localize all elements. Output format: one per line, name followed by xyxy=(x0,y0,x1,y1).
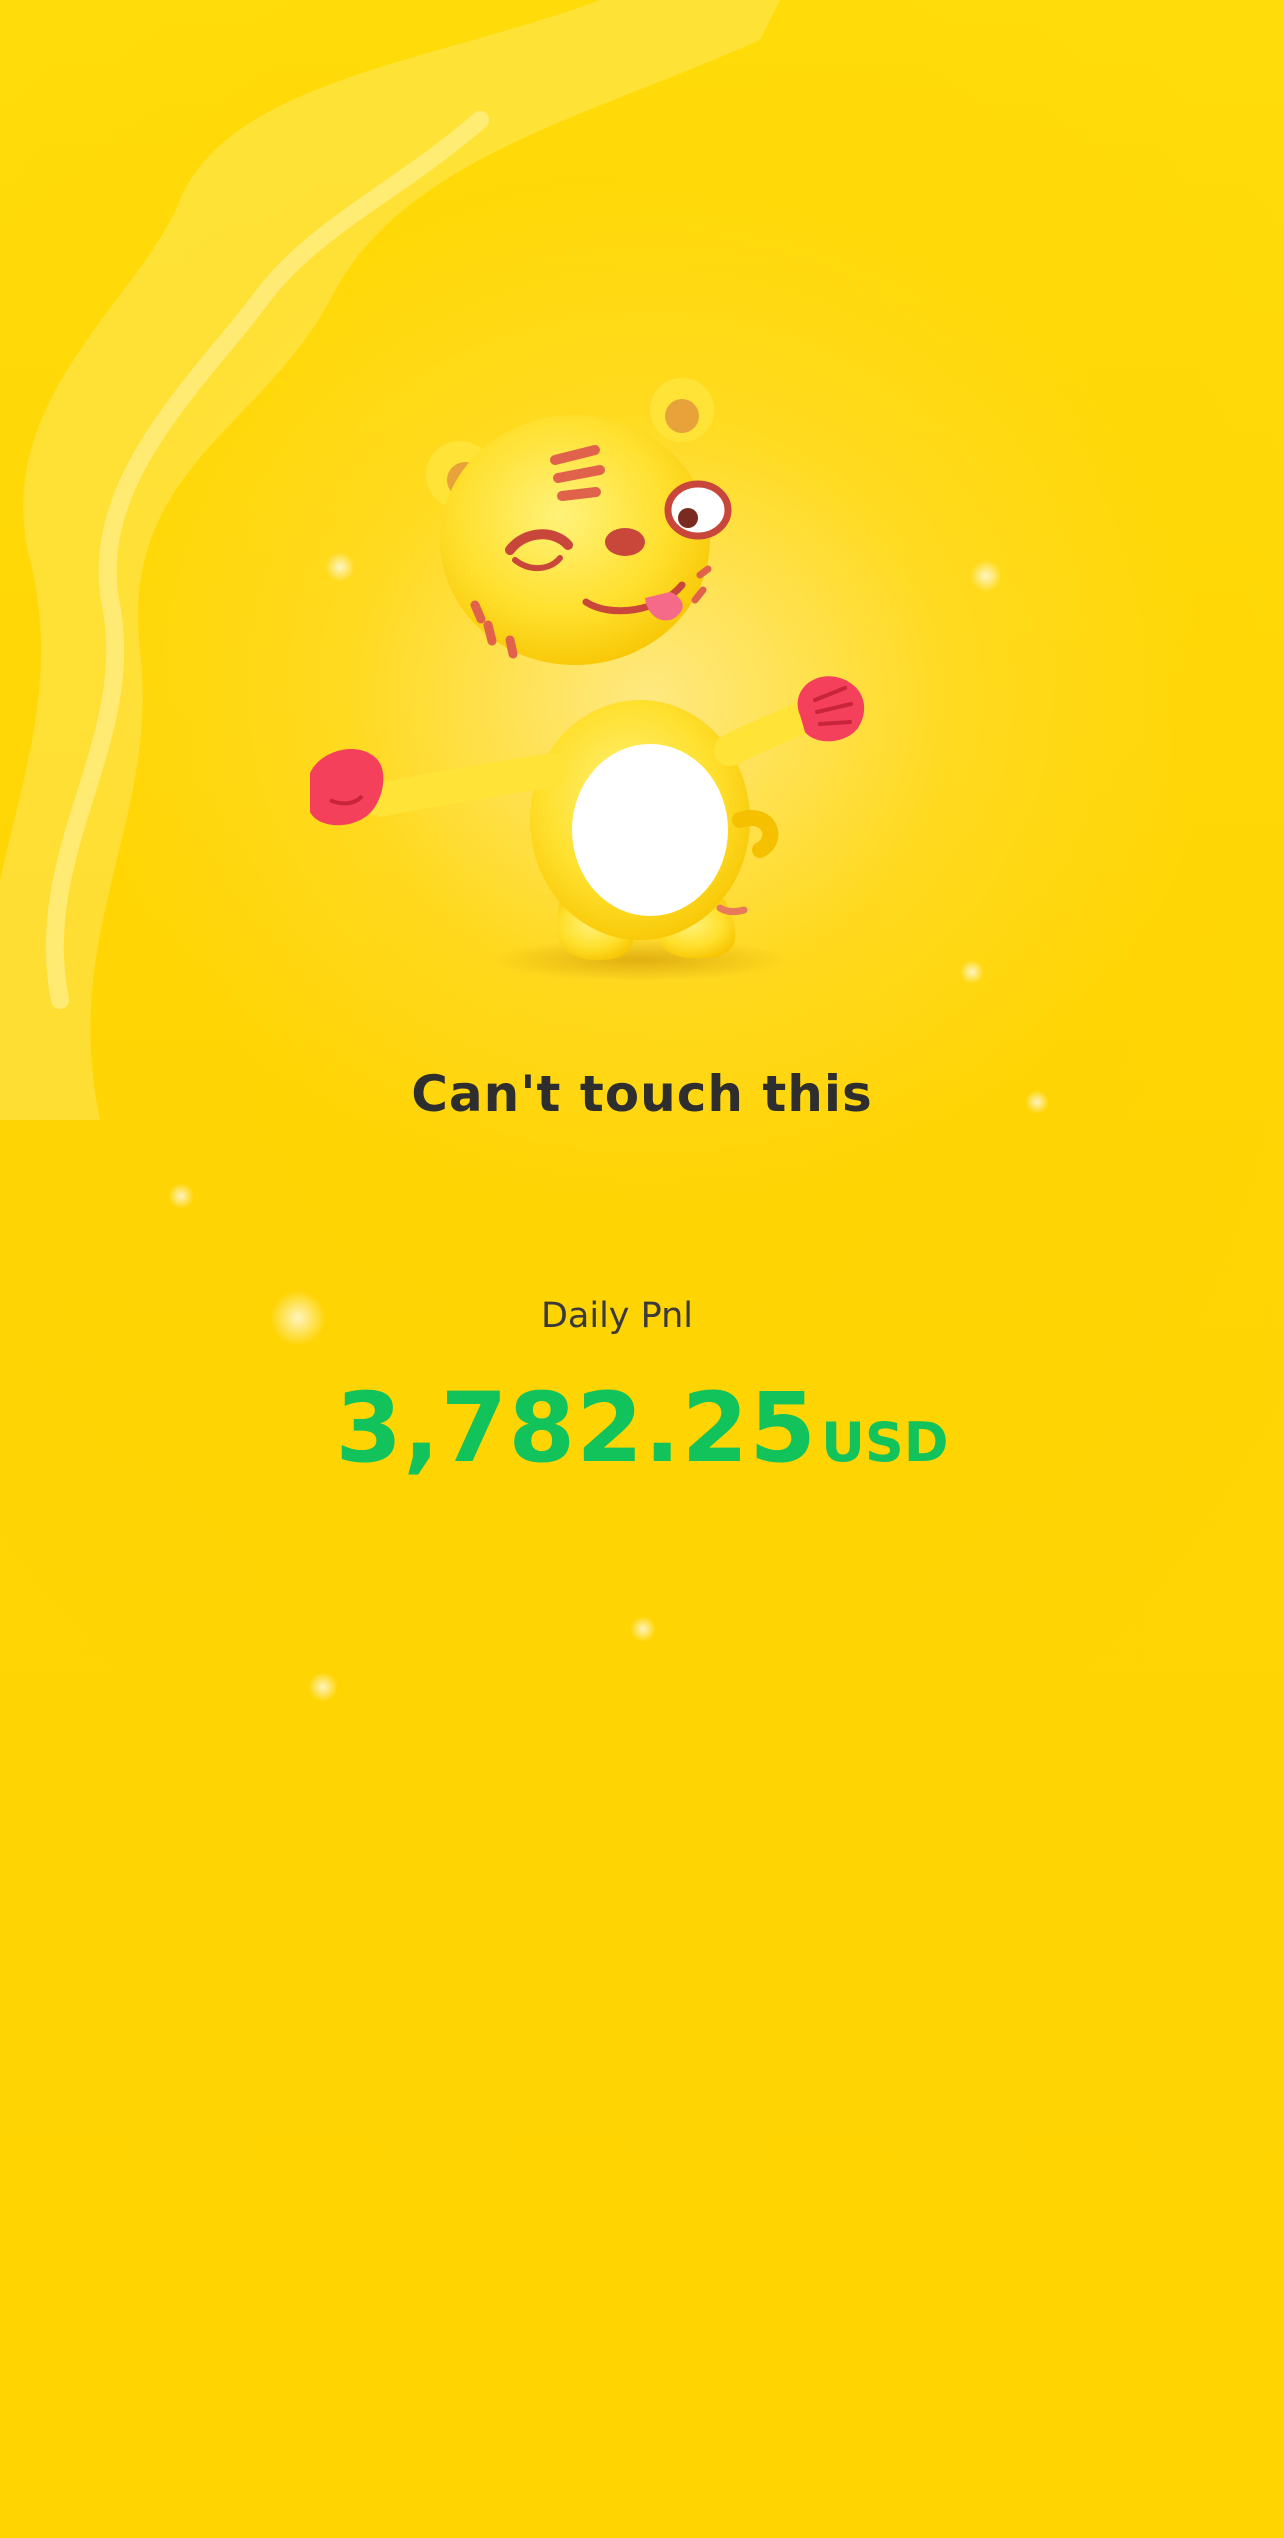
sparkle-decoration xyxy=(970,560,1002,592)
sparkle-decoration xyxy=(168,1183,194,1209)
daily-pnl-label: Daily Pnl xyxy=(540,1296,694,1336)
sparkle-decoration xyxy=(308,1672,338,1702)
pnl-currency: USD xyxy=(821,1411,949,1474)
sparkle-decoration xyxy=(630,1616,656,1642)
daily-pnl-value: 3,782.25USD xyxy=(0,1372,1284,1484)
sparkle-decoration xyxy=(960,960,984,984)
winking-tiger-mascot-icon xyxy=(310,378,865,982)
pnl-share-screen: Can't touch this Daily Pnl 3,782.25USD xyxy=(0,0,1284,2538)
page-title: Can't touch this xyxy=(411,1065,873,1123)
pnl-amount: 3,782.25 xyxy=(335,1372,818,1484)
